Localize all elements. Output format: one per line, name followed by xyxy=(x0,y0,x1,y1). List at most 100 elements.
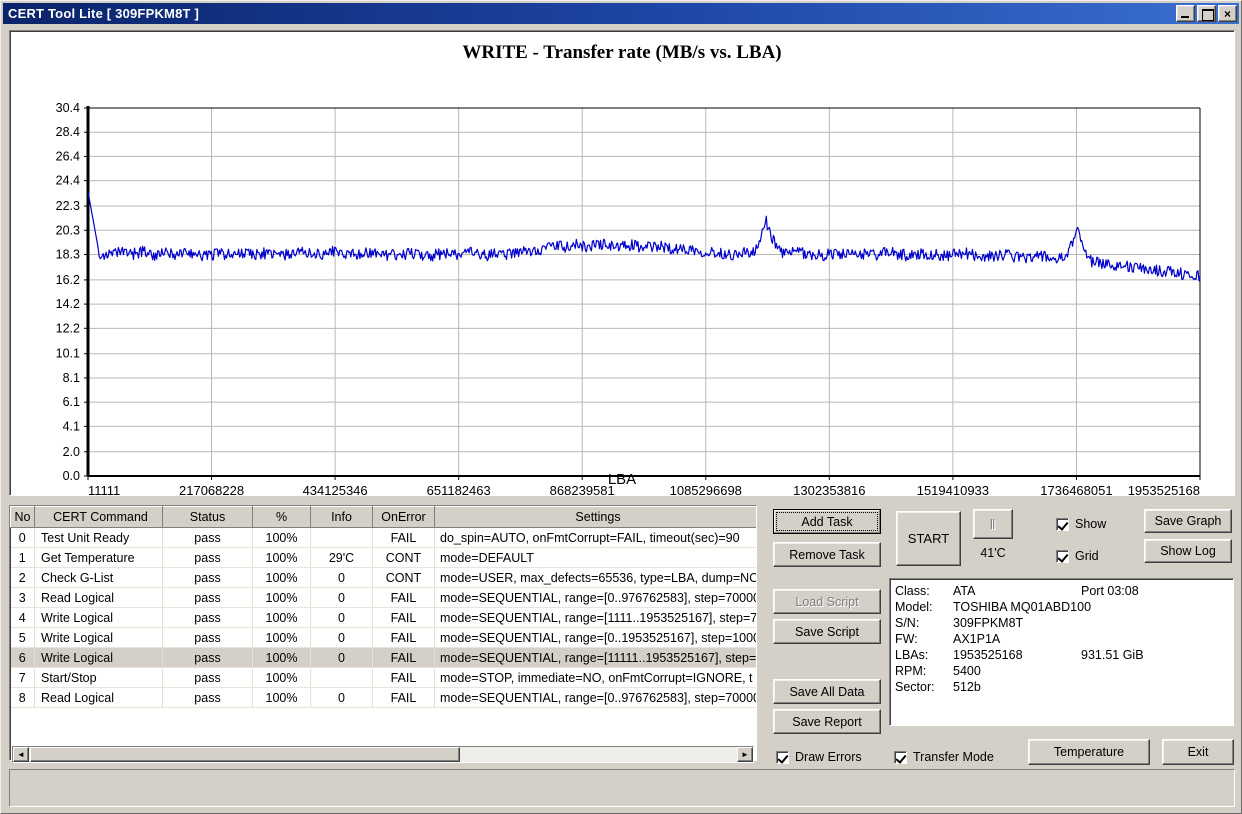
grid-checkbox[interactable]: Grid xyxy=(1056,549,1099,563)
device-sn-row: S/N: 309FPKM8T xyxy=(895,615,1228,631)
title-bar: CERT Tool Lite [ 309FPKM8T ] × xyxy=(3,3,1239,24)
table-row[interactable]: 2 Check G-List pass 100% 0 CONT mode=USER, max… xyxy=(10,567,756,588)
cell-info: 0 xyxy=(310,647,373,668)
cell-no: 1 xyxy=(10,547,35,568)
col-header-percent[interactable]: % xyxy=(252,506,311,528)
task-table-panel[interactable]: No CERT Command Status % Info OnError Se… xyxy=(9,505,757,761)
cell-command: Get Temperature xyxy=(34,547,163,568)
add-task-button[interactable]: Add Task xyxy=(773,509,881,534)
col-header-settings[interactable]: Settings xyxy=(434,506,756,528)
cell-no: 0 xyxy=(10,527,35,548)
remove-task-button[interactable]: Remove Task xyxy=(773,542,881,567)
svg-text:2.0: 2.0 xyxy=(63,445,80,459)
cell-info: 0 xyxy=(310,567,373,588)
cell-no: 7 xyxy=(10,667,35,688)
maximize-icon[interactable] xyxy=(1197,5,1216,22)
device-fw-key: FW: xyxy=(895,632,918,646)
cell-command: Read Logical xyxy=(34,687,163,708)
save-graph-button[interactable]: Save Graph xyxy=(1144,509,1232,533)
cell-info: 0 xyxy=(310,627,373,648)
table-row[interactable]: 4 Write Logical pass 100% 0 FAIL mode=SEQUENTI… xyxy=(10,607,756,628)
cell-onerror: FAIL xyxy=(372,607,435,628)
table-row[interactable]: 5 Write Logical pass 100% 0 FAIL mode=SEQUENTI… xyxy=(10,627,756,648)
task-table-hscrollbar[interactable]: ◄ ► xyxy=(12,746,754,763)
cell-settings: do_spin=AUTO, onFmtCorrupt=FAIL, timeout… xyxy=(434,527,756,548)
svg-text:22.3: 22.3 xyxy=(56,199,80,213)
start-button[interactable]: START xyxy=(896,511,961,566)
device-fw-value: AX1P1A xyxy=(953,632,1001,646)
exit-button[interactable]: Exit xyxy=(1162,739,1234,765)
col-header-no[interactable]: No xyxy=(10,506,35,528)
show-checkbox-box[interactable] xyxy=(1056,517,1069,531)
device-model-key: Model: xyxy=(895,600,933,614)
device-class-row: Class: ATA Port 03:08 xyxy=(895,583,1228,599)
svg-text:10.1: 10.1 xyxy=(56,347,80,361)
close-icon[interactable]: × xyxy=(1218,5,1237,22)
col-header-status[interactable]: Status xyxy=(162,506,253,528)
svg-text:20.3: 20.3 xyxy=(56,223,80,237)
scroll-left-icon[interactable]: ◄ xyxy=(13,747,29,762)
show-log-button[interactable]: Show Log xyxy=(1144,539,1232,563)
cell-status: pass xyxy=(162,567,253,588)
cell-percent: 100% xyxy=(252,527,311,548)
col-header-onerror[interactable]: OnError xyxy=(372,506,435,528)
cell-percent: 100% xyxy=(252,567,311,588)
svg-text:18.3: 18.3 xyxy=(56,247,80,261)
cell-no: 3 xyxy=(10,587,35,608)
table-row[interactable]: 1 Get Temperature pass 100% 29'C CONT mode=DEF… xyxy=(10,547,756,568)
chart-xaxis-label: LBA xyxy=(607,471,637,488)
drive-temperature-value: 41'C xyxy=(980,546,1006,560)
cell-info xyxy=(310,527,373,548)
col-header-command[interactable]: CERT Command xyxy=(34,506,163,528)
table-row[interactable]: 0 Test Unit Ready pass 100% FAIL do_spin=AUTO… xyxy=(10,527,756,548)
draw-errors-checkbox-box[interactable] xyxy=(776,750,789,764)
table-header-row: No CERT Command Status % Info OnError Se… xyxy=(10,506,756,528)
cell-percent: 100% xyxy=(252,647,311,668)
transfer-mode-checkbox-box[interactable] xyxy=(894,750,907,764)
cell-onerror: FAIL xyxy=(372,687,435,708)
cell-percent: 100% xyxy=(252,607,311,628)
task-table-body: 0 Test Unit Ready pass 100% FAIL do_spin=AUTO… xyxy=(10,527,756,708)
status-bar xyxy=(9,769,1235,807)
svg-text:6.1: 6.1 xyxy=(63,395,80,409)
transfer-mode-checkbox[interactable]: Transfer Mode xyxy=(894,750,994,764)
cell-settings: mode=USER, max_defects=65536, type=LBA, … xyxy=(434,567,756,588)
cell-info xyxy=(310,667,373,688)
cell-onerror: FAIL xyxy=(372,527,435,548)
device-class-value: ATA xyxy=(953,584,976,598)
save-script-button[interactable]: Save Script xyxy=(773,619,881,644)
cell-no: 8 xyxy=(10,687,35,708)
minimize-icon[interactable] xyxy=(1176,5,1195,22)
cell-no: 2 xyxy=(10,567,35,588)
table-row[interactable]: 7 Start/Stop pass 100% FAIL mode=STOP, immedi… xyxy=(10,667,756,688)
cell-settings: mode=SEQUENTIAL, range=[0..976762583], s… xyxy=(434,687,756,708)
scrollbar-thumb[interactable] xyxy=(30,747,460,762)
cell-command: Check G-List xyxy=(34,567,163,588)
show-checkbox[interactable]: Show xyxy=(1056,517,1106,531)
draw-errors-checkbox[interactable]: Draw Errors xyxy=(776,750,862,764)
table-row[interactable]: 6 Write Logical pass 100% 0 FAIL mode=SEQUENTI… xyxy=(10,647,756,668)
chart-plot-area: 30.4 28.4 26.4 24.4 22.3 20.3 18.3 16.2 14.2 12.2… xyxy=(56,101,1201,495)
device-info-panel: Class: ATA Port 03:08 Model: TOSHIBA MQ0… xyxy=(889,578,1234,726)
device-rpm-row: RPM: 5400 xyxy=(895,663,1228,679)
svg-text:12.2: 12.2 xyxy=(56,321,80,335)
scroll-right-icon[interactable]: ► xyxy=(737,747,753,762)
temperature-button[interactable]: Temperature xyxy=(1028,739,1150,765)
cell-settings: mode=SEQUENTIAL, range=[0..976762583], s… xyxy=(434,587,756,608)
col-header-info[interactable]: Info xyxy=(310,506,373,528)
svg-text:30.4: 30.4 xyxy=(56,101,80,115)
cell-percent: 100% xyxy=(252,587,311,608)
app-window: CERT Tool Lite [ 309FPKM8T ] × WRITE - T… xyxy=(0,0,1242,814)
grid-checkbox-box[interactable] xyxy=(1056,549,1069,563)
task-table: No CERT Command Status % Info OnError Se… xyxy=(10,506,756,708)
save-report-button[interactable]: Save Report xyxy=(773,709,881,734)
save-all-data-button[interactable]: Save All Data xyxy=(773,679,881,704)
transfer-mode-checkbox-label: Transfer Mode xyxy=(913,750,994,764)
table-row[interactable]: 3 Read Logical pass 100% 0 FAIL mode=SEQUENTIA… xyxy=(10,587,756,608)
cell-percent: 100% xyxy=(252,667,311,688)
table-row[interactable]: 8 Read Logical pass 100% 0 FAIL mode=SEQUENTIA… xyxy=(10,687,756,708)
device-lbas-row: LBAs: 1953525168 931.51 GiB xyxy=(895,647,1228,663)
svg-text:4.1: 4.1 xyxy=(63,419,80,433)
transfer-rate-chart: WRITE - Transfer rate (MB/s vs. LBA) 30.… xyxy=(9,30,1235,496)
cell-settings: mode=SEQUENTIAL, range=[1111..1953525167… xyxy=(434,607,756,628)
